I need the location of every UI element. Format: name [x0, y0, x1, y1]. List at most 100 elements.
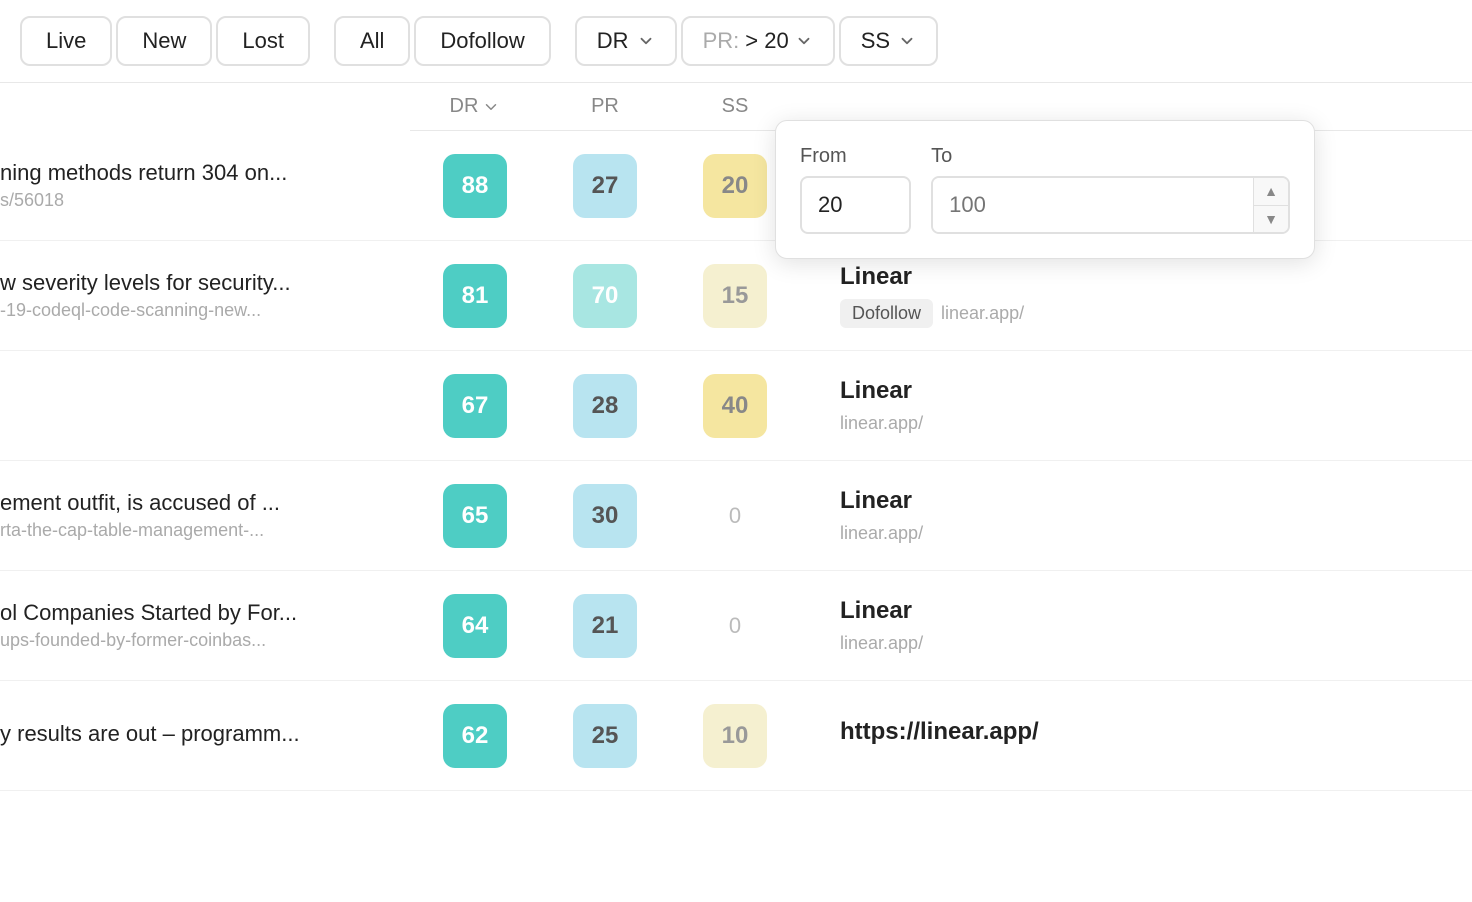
badge-pr-2: 28: [573, 374, 637, 438]
filter-live-button[interactable]: Live: [20, 16, 112, 66]
row-url-0: s/56018: [0, 190, 390, 211]
row-right-1: Linear Dofollow linear.app/: [800, 263, 1472, 328]
row-pr-2: 28: [540, 374, 670, 438]
badge-dr-2: 67: [443, 374, 507, 438]
row-dr-3: 65: [410, 484, 540, 548]
popup-to-input[interactable]: [933, 178, 1253, 232]
row-left-3: ement outfit, is accused of ... rta-the-…: [0, 490, 410, 541]
right-title-2: Linear: [840, 377, 1472, 405]
spinner-down-button[interactable]: ▼: [1254, 206, 1288, 233]
table-row: ol Companies Started by For... ups-found…: [0, 571, 1472, 681]
right-url-4: linear.app/: [840, 633, 1472, 654]
row-title-3: ement outfit, is accused of ...: [0, 490, 390, 516]
popup-from-label: From: [800, 145, 911, 168]
badge-ss-0: 20: [703, 154, 767, 218]
spinner-up-button[interactable]: ▲: [1254, 178, 1288, 206]
filter-bar: Live New Lost All Dofollow DR PR: > 20 S…: [0, 0, 1472, 83]
row-left-5: y results are out – programm...: [0, 721, 410, 751]
right-url-3: linear.app/: [840, 523, 1472, 544]
row-title-0: ning methods return 304 on...: [0, 160, 390, 186]
row-pr-5: 25: [540, 704, 670, 768]
popup-row: From To ▲ ▼: [800, 145, 1290, 234]
col-header-dr[interactable]: DR: [410, 95, 540, 118]
filter-all-button[interactable]: All: [334, 16, 410, 66]
pr-filter-popup: From To ▲ ▼: [775, 120, 1315, 259]
badge-pr-5: 25: [573, 704, 637, 768]
filter-new-button[interactable]: New: [116, 16, 212, 66]
filter-dr-button[interactable]: DR: [575, 16, 677, 66]
row-ss-5: 10: [670, 704, 800, 768]
row-left-1: w severity levels for security... -19-co…: [0, 270, 410, 321]
row-pr-3: 30: [540, 484, 670, 548]
row-pr-4: 21: [540, 594, 670, 658]
filter-dr-label: DR: [597, 28, 629, 54]
row-url-4: ups-founded-by-former-coinbas...: [0, 630, 390, 651]
row-ss-3: 0: [670, 503, 800, 529]
row-title-4: ol Companies Started by For...: [0, 600, 390, 626]
row-pr-1: 70: [540, 264, 670, 328]
badge-pr-0: 27: [573, 154, 637, 218]
row-pr-0: 27: [540, 154, 670, 218]
row-right-5: https://linear.app/: [800, 718, 1472, 754]
filter-ss-button[interactable]: SS: [839, 16, 938, 66]
popup-from-field: From: [800, 145, 911, 234]
row-left-2: [0, 404, 410, 408]
row-title-1: w severity levels for security...: [0, 270, 390, 296]
col-header-pr: PR: [540, 95, 670, 118]
filter-pr-label: PR:: [703, 28, 740, 54]
chevron-down-icon: [637, 32, 655, 50]
right-title-3: Linear: [840, 487, 1472, 515]
right-url-1: linear.app/: [941, 303, 1024, 324]
tag-dofollow-1: Dofollow: [840, 299, 933, 328]
sort-icon-dr: [482, 98, 500, 116]
filter-ss-label: SS: [861, 28, 890, 54]
badge-dr-5: 62: [443, 704, 507, 768]
badge-dr-3: 65: [443, 484, 507, 548]
row-ss-1: 15: [670, 264, 800, 328]
filter-pr-button[interactable]: PR: > 20: [681, 16, 835, 66]
right-title-5: https://linear.app/: [840, 718, 1472, 746]
table-row: ement outfit, is accused of ... rta-the-…: [0, 461, 1472, 571]
row-right-2: Linear linear.app/: [800, 377, 1472, 434]
popup-to-spinner-wrapper: ▲ ▼: [931, 176, 1290, 234]
filter-dofollow-button[interactable]: Dofollow: [414, 16, 550, 66]
badge-ss-3: 0: [729, 503, 741, 529]
right-url-2: linear.app/: [840, 413, 1472, 434]
filter-pr-value: > 20: [745, 28, 788, 54]
spinner-buttons: ▲ ▼: [1253, 178, 1288, 232]
right-title-1: Linear: [840, 263, 1472, 291]
badge-ss-1: 15: [703, 264, 767, 328]
page-wrapper: Live New Lost All Dofollow DR PR: > 20 S…: [0, 0, 1472, 902]
popup-from-input[interactable]: [800, 176, 911, 234]
row-url-1: -19-codeql-code-scanning-new...: [0, 300, 390, 321]
row-left-4: ol Companies Started by For... ups-found…: [0, 600, 410, 651]
badge-ss-5: 10: [703, 704, 767, 768]
row-right-4: Linear linear.app/: [800, 597, 1472, 654]
badge-dr-1: 81: [443, 264, 507, 328]
row-dr-4: 64: [410, 594, 540, 658]
badge-ss-4: 0: [729, 613, 741, 639]
row-dr-2: 67: [410, 374, 540, 438]
col-header-ss: SS: [670, 95, 800, 118]
badge-pr-1: 70: [573, 264, 637, 328]
table-row: 67 28 40 Linear linear.app/: [0, 351, 1472, 461]
badge-pr-3: 30: [573, 484, 637, 548]
table-row: y results are out – programm... 62 25 10…: [0, 681, 1472, 791]
row-dr-1: 81: [410, 264, 540, 328]
filter-lost-button[interactable]: Lost: [216, 16, 310, 66]
badge-dr-0: 88: [443, 154, 507, 218]
popup-to-field: To ▲ ▼: [931, 145, 1290, 234]
popup-to-label: To: [931, 145, 1290, 168]
row-title-5: y results are out – programm...: [0, 721, 390, 747]
right-tags-1: Dofollow linear.app/: [840, 299, 1472, 328]
chevron-down-icon-pr: [795, 32, 813, 50]
row-url-3: rta-the-cap-table-management-...: [0, 520, 390, 541]
badge-dr-4: 64: [443, 594, 507, 658]
chevron-down-icon-ss: [898, 32, 916, 50]
row-right-3: Linear linear.app/: [800, 487, 1472, 544]
row-ss-2: 40: [670, 374, 800, 438]
row-dr-0: 88: [410, 154, 540, 218]
row-dr-5: 62: [410, 704, 540, 768]
badge-pr-4: 21: [573, 594, 637, 658]
row-left-0: ning methods return 304 on... s/56018: [0, 160, 410, 211]
